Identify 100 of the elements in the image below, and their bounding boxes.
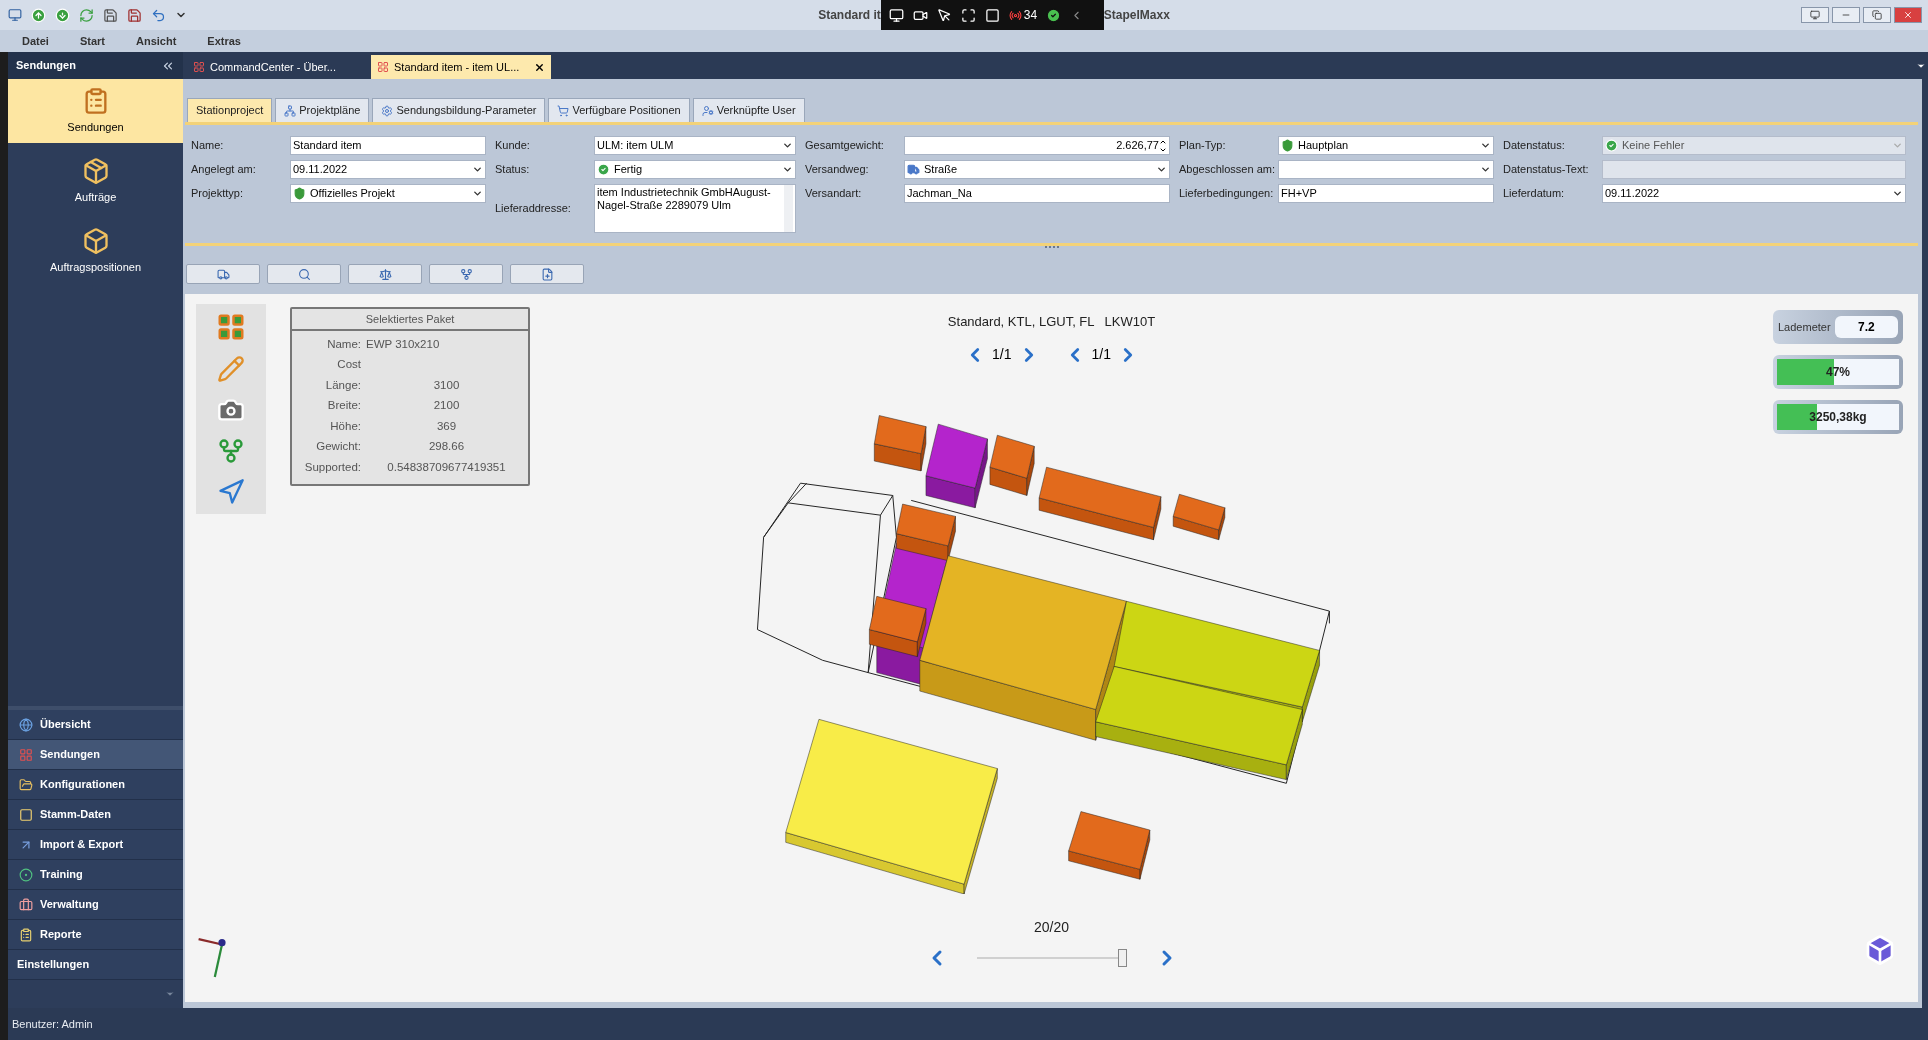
- nav-item[interactable]: Sendungen: [8, 740, 183, 770]
- dropdown-field[interactable]: 09.11.2022: [290, 160, 486, 179]
- window-icon[interactable]: [984, 7, 1000, 23]
- package-icon[interactable]: [81, 156, 110, 185]
- nav-item[interactable]: Verwaltung: [8, 890, 183, 920]
- document-tab[interactable]: Standard item - item UL...: [371, 55, 551, 79]
- sidebar-big-button[interactable]: Auftragspositionen: [8, 219, 183, 283]
- gear-icon[interactable]: [381, 104, 394, 117]
- restore-icon[interactable]: [1872, 10, 1882, 20]
- info-value: 369: [435, 418, 458, 434]
- globe-icon[interactable]: [19, 717, 33, 732]
- dropdown-field[interactable]: Straße: [904, 160, 1170, 179]
- refresh-icon[interactable]: [79, 7, 94, 23]
- scroll-down-icon[interactable]: [165, 989, 175, 999]
- input-field[interactable]: FH+VP: [1278, 184, 1494, 203]
- monitor-icon[interactable]: [1810, 10, 1820, 20]
- network-icon[interactable]: [284, 104, 297, 117]
- cart-icon[interactable]: [557, 104, 570, 117]
- add-document-button[interactable]: [510, 264, 584, 284]
- nav-item[interactable]: Reporte: [8, 920, 183, 950]
- minimize-button[interactable]: [1832, 7, 1860, 23]
- close-icon[interactable]: [534, 61, 545, 73]
- region-icon[interactable]: [960, 7, 976, 23]
- form-tab[interactable]: Stationproject: [187, 98, 273, 122]
- form-tab[interactable]: Verknüpfte User: [692, 98, 805, 122]
- color-grid-icon[interactable]: [216, 312, 246, 342]
- shield-icon: [293, 187, 306, 200]
- cube-icon[interactable]: [1864, 934, 1896, 966]
- dropdown-field[interactable]: ULM: item ULM: [594, 136, 796, 155]
- upload-icon[interactable]: [31, 7, 46, 23]
- field-label: Versandart:: [805, 186, 863, 202]
- check-icon: [597, 163, 610, 176]
- target-icon[interactable]: [19, 867, 33, 882]
- lademeter-label: Lademeter: [1778, 319, 1831, 335]
- dropdown-field[interactable]: Fertig: [594, 160, 796, 179]
- undo-icon[interactable]: [151, 7, 166, 23]
- scale-button[interactable]: [348, 264, 422, 284]
- save-all-icon[interactable]: [127, 7, 142, 23]
- pointer-icon[interactable]: [936, 7, 952, 23]
- input-field[interactable]: Standard item: [290, 136, 486, 155]
- recording-icon[interactable]: [1008, 8, 1022, 22]
- layer-icon[interactable]: [217, 437, 245, 465]
- briefcase-icon[interactable]: [19, 897, 33, 912]
- nav-item[interactable]: Stamm-Daten: [8, 800, 183, 830]
- display-button[interactable]: [1801, 7, 1829, 23]
- scene-title: LKW10T: [1104, 313, 1156, 331]
- close-button[interactable]: [1894, 7, 1922, 23]
- form-tab[interactable]: Projektpläne: [275, 98, 370, 122]
- field-label: Abgeschlossen am:: [1179, 162, 1276, 178]
- menu-item[interactable]: Start: [79, 32, 105, 50]
- menu-item[interactable]: Extras: [207, 32, 241, 50]
- navigation-icon[interactable]: [217, 478, 245, 506]
- folder-icon[interactable]: [19, 777, 33, 792]
- add-document-icon[interactable]: [540, 267, 554, 281]
- sidebar-big-button[interactable]: Sendungen: [8, 79, 183, 143]
- record-counter[interactable]: 34: [1023, 6, 1038, 24]
- step-slider[interactable]: [976, 949, 1127, 967]
- slider-thumb[interactable]: [1117, 949, 1127, 967]
- tab-list-icon[interactable]: [1916, 61, 1926, 71]
- truck-icon[interactable]: [216, 267, 230, 281]
- dropdown-field[interactable]: [1278, 160, 1494, 179]
- clipboard-icon[interactable]: [19, 927, 33, 942]
- save-icon[interactable]: [103, 7, 118, 23]
- form-tab[interactable]: Sendungsbildung-Parameter: [372, 98, 546, 122]
- info-label: Breite:: [326, 398, 362, 414]
- hierarchy-button[interactable]: [429, 264, 503, 284]
- screen-icon[interactable]: [888, 7, 904, 23]
- truck-button[interactable]: [186, 264, 260, 284]
- dropdown-field[interactable]: Hauptplan: [1278, 136, 1494, 155]
- hierarchy-icon[interactable]: [459, 267, 473, 281]
- grid-icon[interactable]: [193, 61, 205, 73]
- dropdown-field[interactable]: Offizielles Projekt: [290, 184, 486, 203]
- dropdown-field[interactable]: 09.11.2022: [1602, 184, 1906, 203]
- sidebar-big-button[interactable]: Aufträge: [8, 149, 183, 213]
- info-value: 2100: [432, 398, 461, 414]
- box-icon[interactable]: [81, 226, 110, 255]
- nav-item[interactable]: Import & Export: [8, 830, 183, 860]
- form-tab[interactable]: Verfügbare Positionen: [548, 98, 690, 122]
- nav-item[interactable]: Übersicht: [8, 710, 183, 740]
- download-icon[interactable]: [55, 7, 70, 23]
- nav-item[interactable]: Training: [8, 860, 183, 890]
- splitter-handle[interactable]: [1044, 246, 1059, 249]
- nav-item[interactable]: Konfigurationen: [8, 770, 183, 800]
- menu-item[interactable]: Datei: [22, 32, 49, 50]
- address-field[interactable]: item Industrietechnik GmbHAugust-Nagel-Straße 2289079 Ulm: [594, 184, 796, 233]
- restore-button[interactable]: [1863, 7, 1891, 23]
- scrollbar[interactable]: [784, 185, 793, 232]
- search-icon[interactable]: [297, 267, 311, 281]
- input-field[interactable]: Jachman_Na: [904, 184, 1170, 203]
- user-icon[interactable]: [701, 104, 714, 117]
- nav-item[interactable]: Einstellungen: [8, 950, 183, 980]
- grid-icon[interactable]: [377, 61, 389, 73]
- square-icon[interactable]: [19, 807, 33, 822]
- check-icon[interactable]: [1046, 7, 1062, 23]
- input-field[interactable]: 2.626,77: [904, 136, 1170, 155]
- field-label: Versandweg:: [805, 162, 870, 178]
- menu-item[interactable]: Ansicht: [135, 32, 177, 50]
- scale-icon[interactable]: [378, 267, 392, 281]
- sidebar-title: Sendungen: [16, 58, 76, 74]
- step-counter: 20/20: [1033, 918, 1069, 937]
